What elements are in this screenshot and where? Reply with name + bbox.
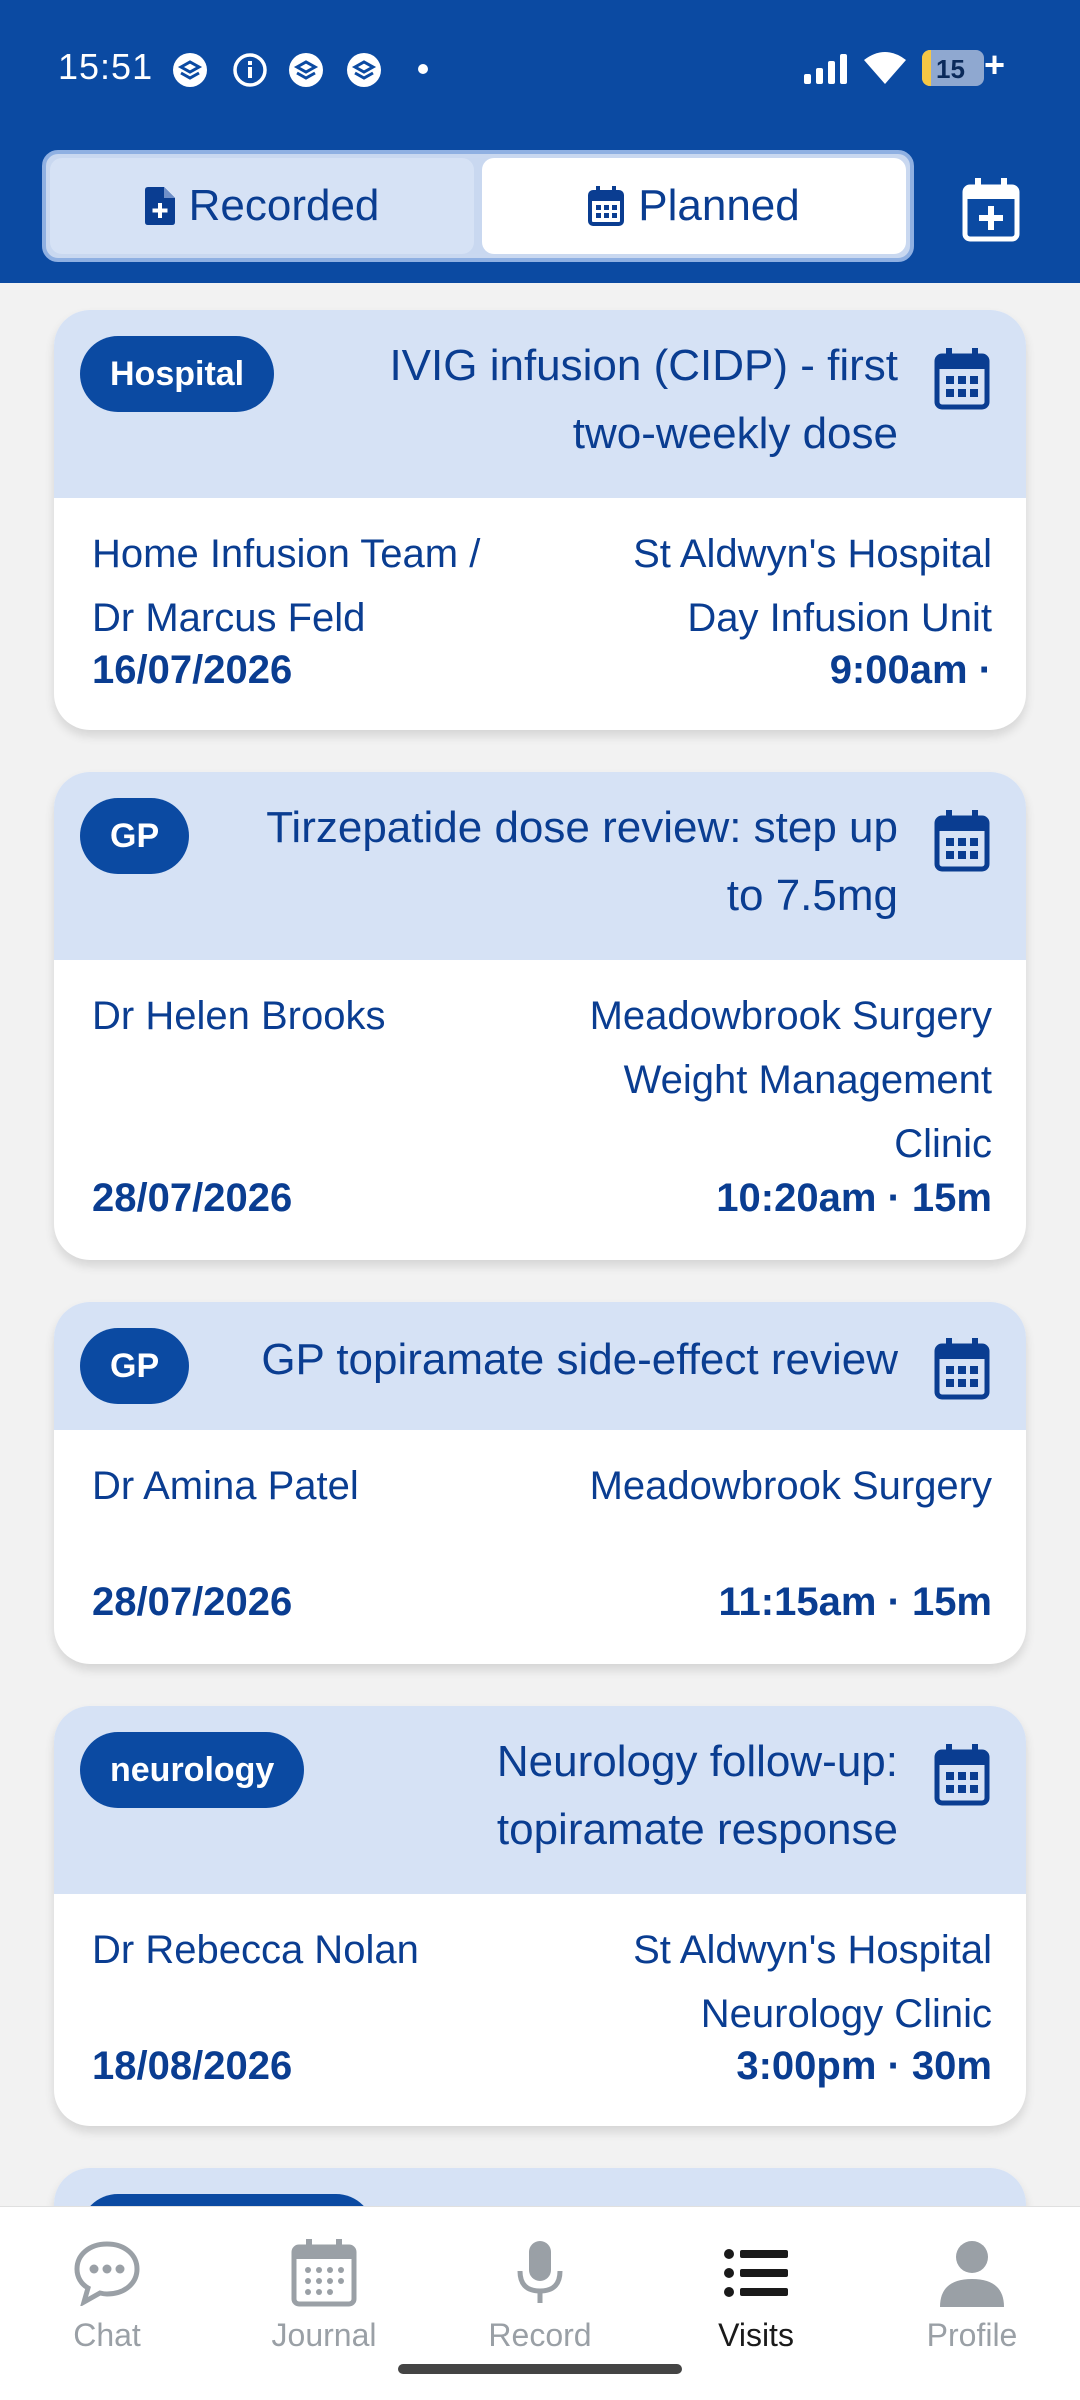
file-plus-icon: [144, 187, 175, 225]
visit-title-line: to 7.5mg: [726, 871, 898, 920]
visit-date: 18/08/2026: [92, 2044, 293, 2088]
nav-journal-label: Journal: [271, 2317, 377, 2353]
visit-tag-badge: neurology: [80, 1732, 305, 1808]
calendar-icon: [588, 186, 625, 226]
visit-location-line: Neurology Clinic: [700, 1992, 992, 2036]
notification-icon: [289, 53, 323, 87]
visit-location: Meadowbrook Surgery: [590, 1454, 992, 1518]
visit-doctor-line: Dr Marcus Feld: [92, 596, 366, 640]
nav-visits[interactable]: Visits: [676, 2235, 836, 2354]
visit-title: GP topiramate side-effect review: [261, 1326, 898, 1394]
visit-time: 11:15am · 15m: [718, 1580, 992, 1624]
charging-plus-icon: +: [984, 44, 1006, 85]
calendar-icon[interactable]: [934, 1744, 990, 1806]
visit-location: Meadowbrook Surgery Weight Management Cl…: [590, 984, 992, 1176]
visit-card[interactable]: GP GP topiramate side-effect review Dr A…: [54, 1302, 1026, 1664]
battery-icon: 15: [922, 50, 984, 86]
visit-card-header: Hospital IVIG infusion (CIDP) - first tw…: [54, 310, 1026, 498]
visit-location-line: Meadowbrook Surgery: [589, 1464, 992, 1508]
tab-planned[interactable]: Planned: [482, 158, 906, 254]
nav-chat[interactable]: Chat: [27, 2235, 187, 2354]
visit-time: 9:00am ·: [829, 648, 992, 692]
nav-profile[interactable]: Profile: [892, 2235, 1052, 2354]
visit-location: St Aldwyn's Hospital Day Infusion Unit: [633, 522, 992, 650]
visit-type-segmented-control: Recorded Planned: [42, 150, 914, 262]
visit-title: IVIG infusion (CIDP) - first two-weekly …: [389, 332, 898, 468]
nav-record[interactable]: Record: [460, 2235, 620, 2354]
nav-visits-label: Visits: [718, 2317, 794, 2353]
visit-tag-badge: GP: [80, 1328, 190, 1404]
visit-title-line: two-weekly dose: [572, 409, 898, 458]
person-icon: [892, 2235, 1052, 2311]
more-notifications-dot: [418, 64, 428, 74]
visit-date: 28/07/2026: [92, 1176, 293, 1220]
visit-card-body: Home Infusion Team / Dr Marcus Feld St A…: [54, 498, 1026, 730]
tab-planned-label: Planned: [638, 181, 800, 230]
status-time: 15:51: [58, 46, 154, 87]
home-indicator[interactable]: [398, 2364, 682, 2374]
visit-title: Tirzepatide dose review: step up to 7.5m…: [266, 794, 898, 930]
visit-location-line: Meadowbrook Surgery: [589, 994, 992, 1038]
add-calendar-button[interactable]: [962, 178, 1020, 242]
notification-icon: [347, 53, 381, 87]
calendar-icon[interactable]: [934, 348, 990, 410]
visit-card-header: GP Tirzepatide dose review: step up to 7…: [54, 772, 1026, 960]
visit-time: 10:20am · 15m: [716, 1176, 992, 1220]
info-icon: [233, 53, 267, 87]
nav-record-label: Record: [488, 2317, 592, 2353]
visit-card-header: neurology Neurology follow-up: topiramat…: [54, 1706, 1026, 1894]
microphone-icon: [460, 2235, 620, 2311]
visit-date: 16/07/2026: [92, 648, 293, 692]
chat-bubble-icon: [27, 2235, 187, 2311]
visit-location-line: Clinic: [894, 1122, 992, 1166]
visit-title-line: Tirzepatide dose review: step up: [266, 803, 898, 852]
visit-doctor-line: Dr Helen Brooks: [92, 994, 386, 1038]
list-icon: [676, 2235, 836, 2311]
visit-location-line: St Aldwyn's Hospital: [633, 1928, 992, 1972]
visit-card-body: Dr Amina Patel Meadowbrook Surgery 28/07…: [54, 1430, 1026, 1664]
visit-tag-badge: Hospital: [80, 336, 275, 412]
visit-title: Neurology follow-up: topiramate response: [497, 1728, 898, 1864]
wifi-icon: [864, 52, 906, 84]
visit-doctor: Dr Amina Patel: [92, 1454, 359, 1518]
visit-title-line: GP topiramate side-effect review: [261, 1335, 898, 1384]
nav-profile-label: Profile: [926, 2317, 1018, 2353]
battery-level: [922, 50, 932, 86]
visit-time: 3:00pm · 30m: [736, 2044, 992, 2088]
visit-title-line: IVIG infusion (CIDP) - first: [389, 341, 898, 390]
visit-card[interactable]: GP Tirzepatide dose review: step up to 7…: [54, 772, 1026, 1260]
calendar-grid-icon: [244, 2235, 404, 2311]
battery-percent: 15: [936, 54, 965, 84]
visit-doctor-line: Dr Amina Patel: [92, 1464, 359, 1508]
visit-doctor: Home Infusion Team / Dr Marcus Feld: [92, 522, 480, 650]
visit-card-body: Dr Helen Brooks Meadowbrook Surgery Weig…: [54, 960, 1026, 1260]
visit-title-line: topiramate response: [496, 1805, 898, 1854]
visit-tag-badge: GP: [80, 798, 190, 874]
tab-recorded[interactable]: Recorded: [50, 158, 474, 254]
visit-location-line: St Aldwyn's Hospital: [633, 532, 992, 576]
notification-icon: [173, 53, 207, 87]
visit-location-line: Weight Management: [623, 1058, 992, 1102]
visit-location: St Aldwyn's Hospital Neurology Clinic: [633, 1918, 992, 2046]
signal-icon: [804, 54, 847, 84]
visit-doctor-line: Dr Rebecca Nolan: [92, 1928, 419, 1972]
visit-title-line: Neurology follow-up:: [496, 1737, 898, 1786]
nav-chat-label: Chat: [73, 2317, 141, 2353]
visit-card-body: Dr Rebecca Nolan St Aldwyn's Hospital Ne…: [54, 1894, 1026, 2126]
app-header: 15:51 15 + Recorded Planned: [0, 0, 1080, 283]
nav-journal[interactable]: Journal: [244, 2235, 404, 2354]
visit-card-header: GP GP topiramate side-effect review: [54, 1302, 1026, 1430]
visit-doctor: Dr Helen Brooks: [92, 984, 385, 1048]
visit-card[interactable]: Hospital IVIG infusion (CIDP) - first tw…: [54, 310, 1026, 730]
visit-location-line: Day Infusion Unit: [687, 596, 992, 640]
visit-doctor: Dr Rebecca Nolan: [92, 1918, 419, 1982]
status-bar: 15:51 15 +: [0, 0, 1080, 135]
visit-card[interactable]: neurology Neurology follow-up: topiramat…: [54, 1706, 1026, 2126]
calendar-icon[interactable]: [934, 810, 990, 872]
tab-recorded-label: Recorded: [188, 181, 380, 230]
visit-date: 28/07/2026: [92, 1580, 293, 1624]
calendar-icon[interactable]: [934, 1338, 990, 1400]
visit-doctor-line: Home Infusion Team /: [92, 532, 481, 576]
